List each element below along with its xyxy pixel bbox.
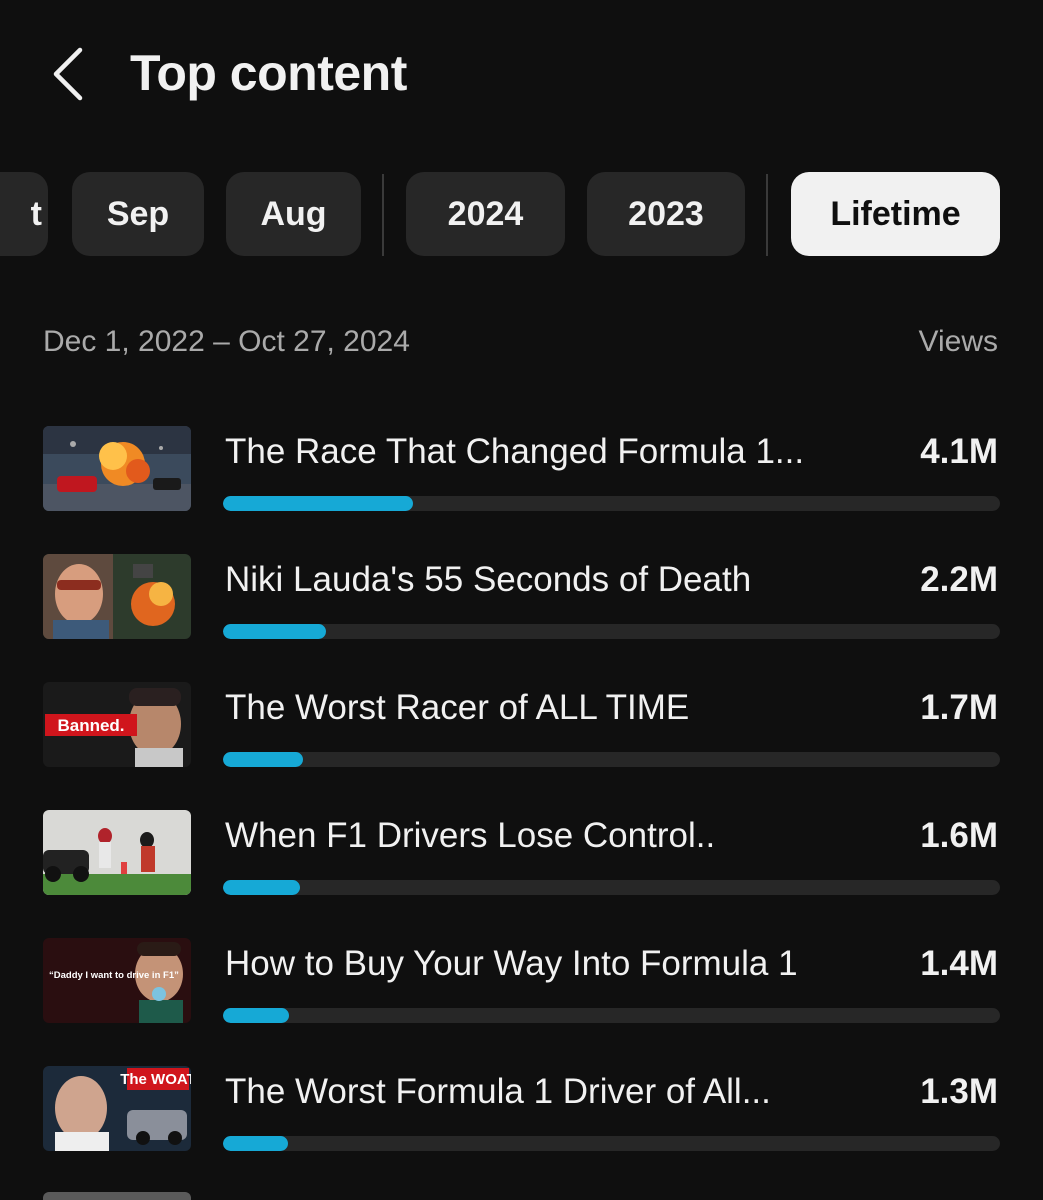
chip-sep[interactable]: Sep: [72, 172, 204, 256]
list-item[interactable]: The WOAT The Worst Formula 1 Driver of A…: [0, 1060, 1043, 1172]
views-bar-fill: [223, 624, 327, 639]
video-views: 1.6M: [920, 816, 998, 855]
thumbnail-caption: “Daddy I want to drive in F1”: [49, 970, 179, 981]
video-title: The Worst Racer of ALL TIME: [225, 688, 690, 727]
video-thumbnail-partial[interactable]: [43, 1192, 191, 1200]
views-bar-fill: [223, 752, 304, 767]
video-title: Niki Lauda's 55 Seconds of Death: [225, 560, 752, 599]
period-filter-chips: t Sep Aug 2024 2023 Lifetime: [0, 172, 1043, 258]
chip-aug[interactable]: Aug: [226, 172, 361, 256]
video-thumbnail: “Daddy I want to drive in F1”: [43, 938, 191, 1023]
summary-row: Dec 1, 2022 – Oct 27, 2024 Views: [43, 325, 998, 365]
video-title: How to Buy Your Way Into Formula 1: [225, 944, 798, 983]
chip-label: t: [30, 194, 42, 233]
list-item[interactable]: The Race That Changed Formula 1... 4.1M: [0, 420, 1043, 532]
video-thumbnail: [43, 810, 191, 895]
views-bar-track: [223, 752, 1000, 767]
thumbnail-caption: Banned.: [57, 716, 124, 735]
video-views: 4.1M: [920, 432, 998, 471]
views-bar-track: [223, 496, 1000, 511]
views-bar-fill: [223, 1008, 290, 1023]
chip-divider: [766, 174, 768, 256]
page-title: Top content: [130, 45, 407, 101]
chip-lifetime[interactable]: Lifetime: [791, 172, 1000, 256]
chip-label: 2023: [628, 194, 704, 233]
chip-divider: [382, 174, 384, 256]
metric-label: Views: [918, 325, 998, 358]
top-content-screen: Top content t Sep Aug 2024 2023 Lifetime…: [0, 0, 1043, 1200]
views-bar-track: [223, 1136, 1000, 1151]
chip-label: Lifetime: [830, 194, 961, 233]
list-item[interactable]: Niki Lauda's 55 Seconds of Death 2.2M: [0, 548, 1043, 660]
video-thumbnail: Banned.: [43, 682, 191, 767]
chip-label: Aug: [260, 194, 327, 233]
video-views: 1.4M: [920, 944, 998, 983]
views-bar-track: [223, 1008, 1000, 1023]
views-bar-fill: [223, 1136, 289, 1151]
views-bar-track: [223, 624, 1000, 639]
back-button[interactable]: [36, 44, 96, 104]
video-title: When F1 Drivers Lose Control..: [225, 816, 716, 855]
chip-label: 2024: [447, 194, 524, 233]
video-thumbnail: [43, 426, 191, 511]
chip-2024[interactable]: 2024: [406, 172, 565, 256]
video-thumbnail: The WOAT: [43, 1066, 191, 1151]
chip-2023[interactable]: 2023: [587, 172, 745, 256]
list-item[interactable]: When F1 Drivers Lose Control.. 1.6M: [0, 804, 1043, 916]
video-thumbnail: [43, 554, 191, 639]
views-bar-track: [223, 880, 1000, 895]
list-item[interactable]: “Daddy I want to drive in F1” How to Buy…: [0, 932, 1043, 1044]
date-range: Dec 1, 2022 – Oct 27, 2024: [43, 325, 410, 358]
chip-label: Sep: [106, 194, 170, 233]
video-views: 1.7M: [920, 688, 998, 727]
views-bar-fill: [223, 496, 413, 511]
header: Top content: [0, 0, 1043, 145]
list-item[interactable]: Banned. The Worst Racer of ALL TIME 1.7M: [0, 676, 1043, 788]
thumbnail-caption: The WOAT: [120, 1071, 191, 1088]
chip-oct[interactable]: t: [0, 172, 48, 256]
chevron-left-icon: [53, 47, 83, 101]
video-views: 2.2M: [920, 560, 998, 599]
video-title: The Race That Changed Formula 1...: [225, 432, 805, 471]
views-bar-fill: [223, 880, 300, 895]
video-title: The Worst Formula 1 Driver of All...: [225, 1072, 771, 1111]
video-views: 1.3M: [920, 1072, 998, 1111]
